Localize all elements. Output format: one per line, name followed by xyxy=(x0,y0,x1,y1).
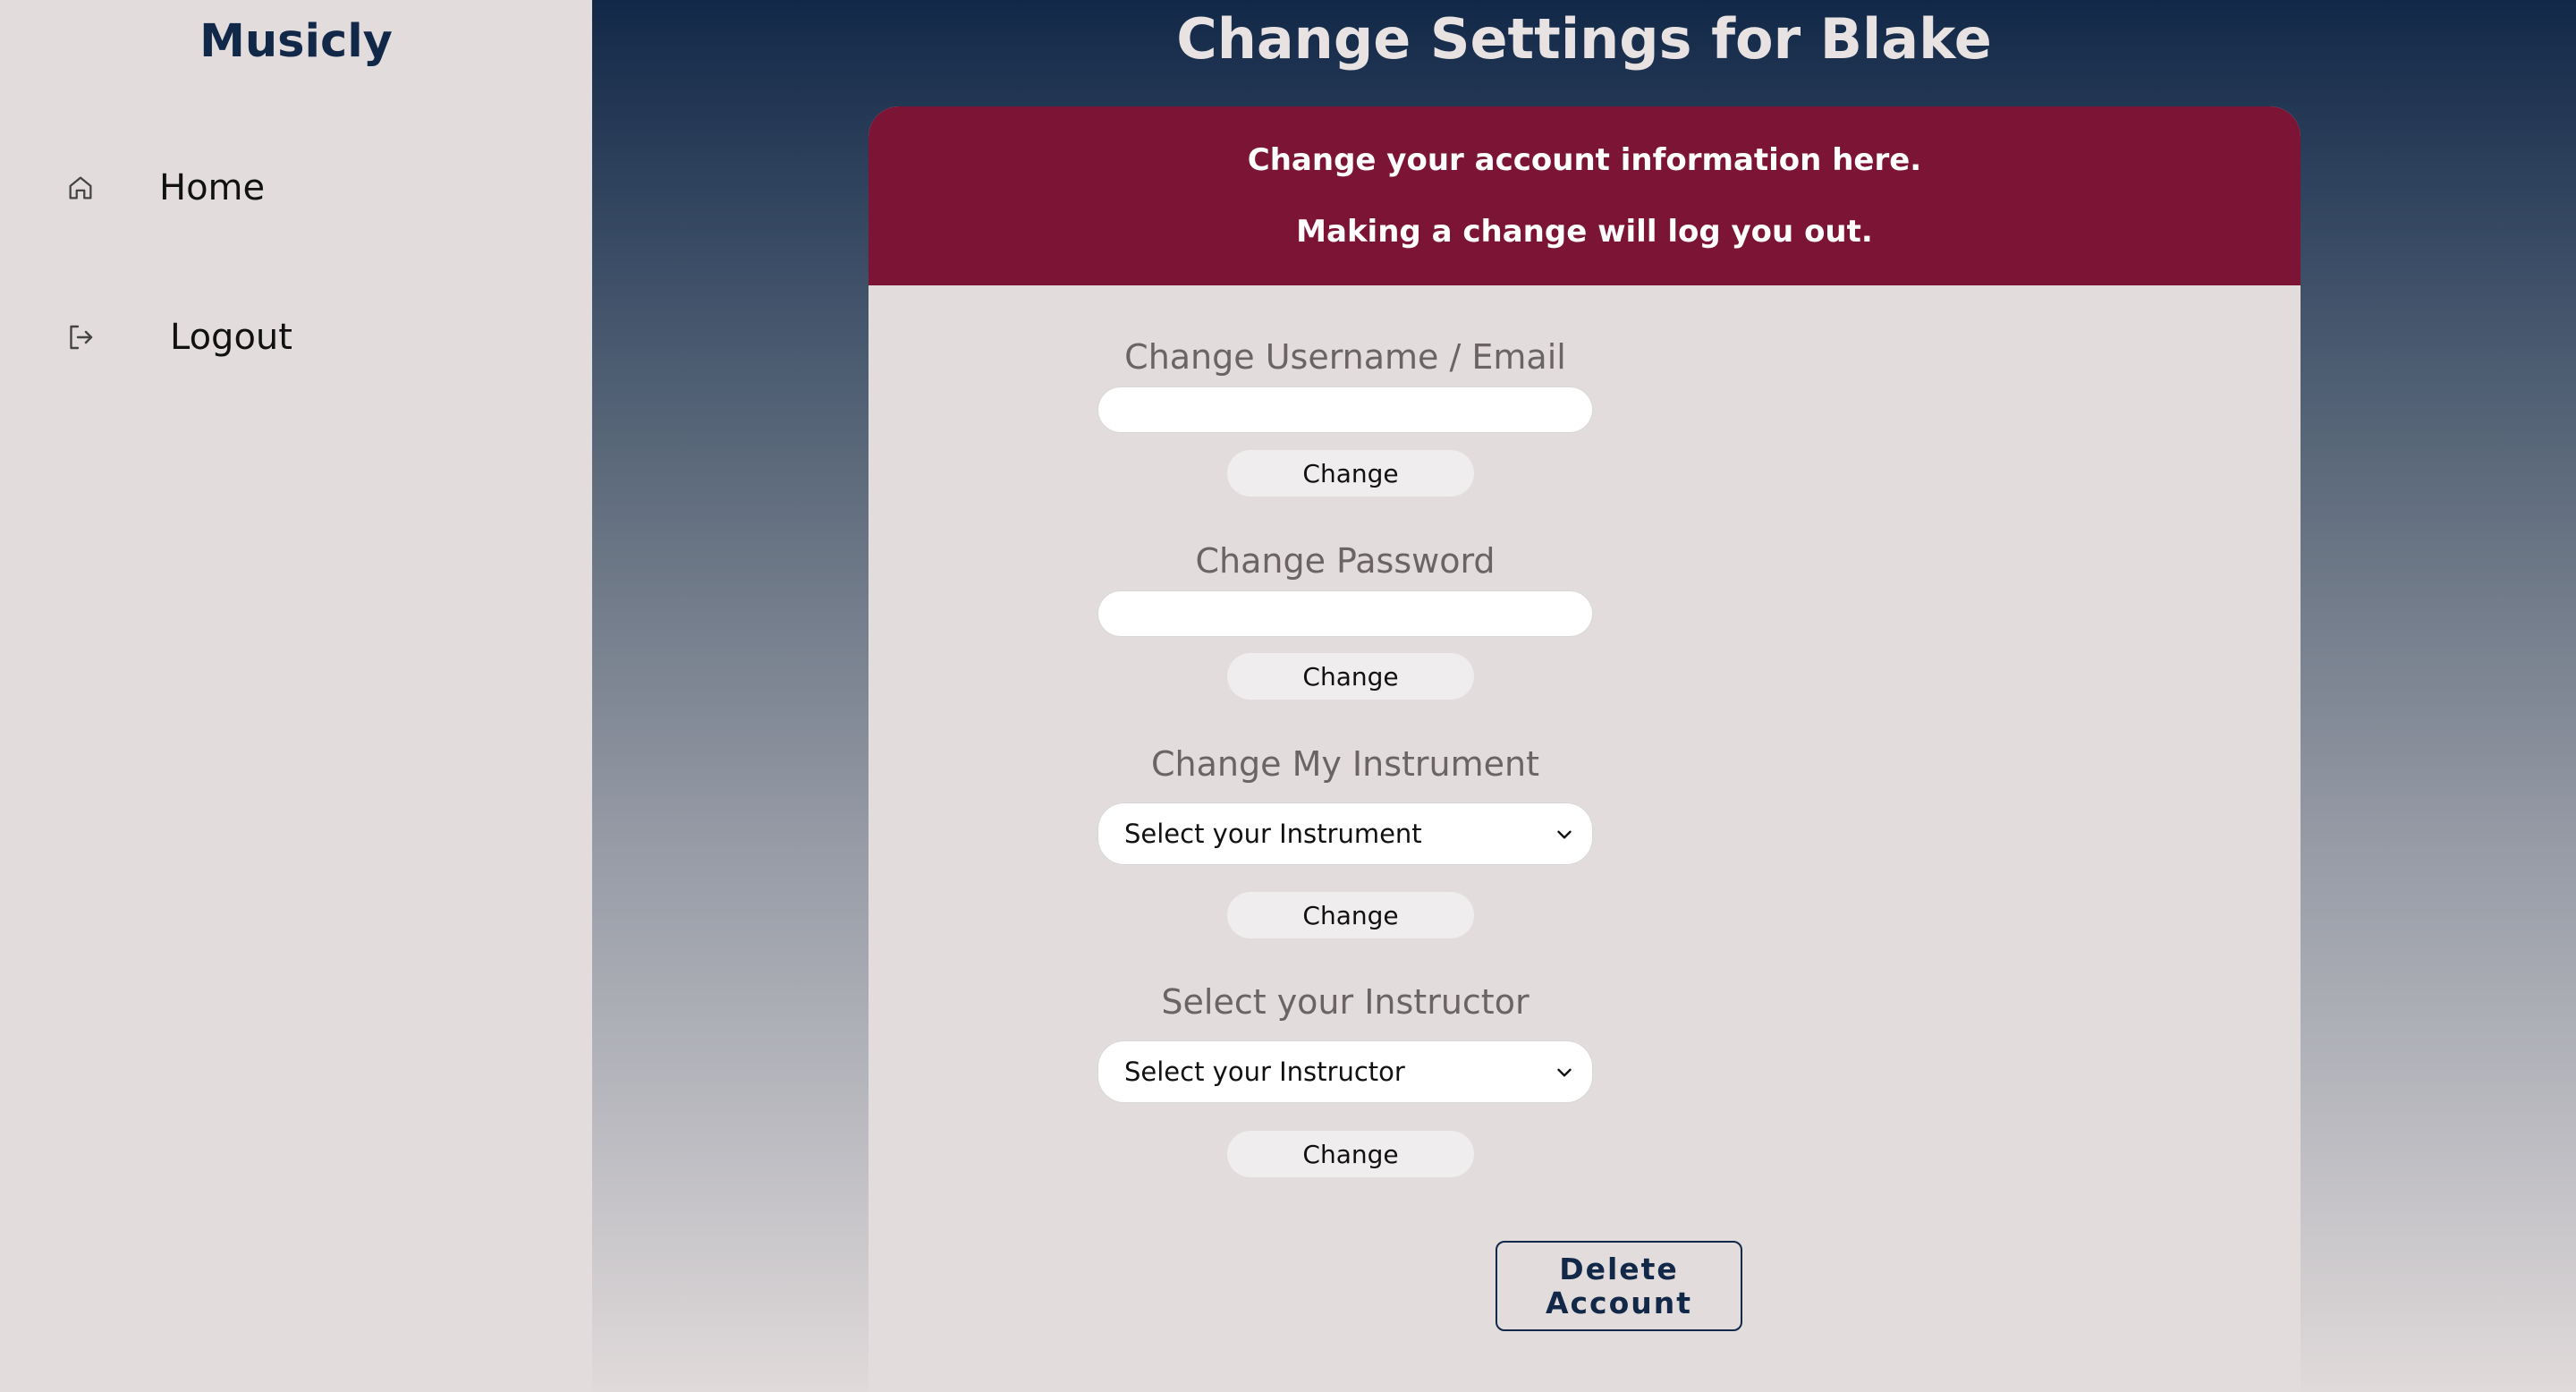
notice-line-1: Change your account information here. xyxy=(1247,142,1922,178)
main-content: Change Settings for Blake Change your ac… xyxy=(592,0,2576,1392)
username-label: Change Username / Email xyxy=(1124,337,1566,377)
logout-icon xyxy=(63,319,98,355)
change-instrument-button[interactable]: Change xyxy=(1227,892,1474,938)
home-icon xyxy=(63,170,98,206)
instrument-select[interactable]: Select your Instrument xyxy=(1097,802,1593,865)
app-root: Musicly Home Logout Change Settings for … xyxy=(0,0,2576,1392)
sidebar-item-label: Logout xyxy=(170,317,292,358)
chevron-down-icon xyxy=(1557,1068,1572,1077)
password-input[interactable] xyxy=(1097,590,1593,637)
instructor-select-value: Select your Instructor xyxy=(1124,1057,1405,1087)
instructor-select[interactable]: Select your Instructor xyxy=(1097,1040,1593,1103)
change-password-button[interactable]: Change xyxy=(1227,653,1474,700)
sidebar-item-logout[interactable]: Logout xyxy=(63,315,292,360)
instrument-label: Change My Instrument xyxy=(1151,744,1539,784)
change-instructor-button[interactable]: Change xyxy=(1227,1131,1474,1177)
page-title: Change Settings for Blake xyxy=(1176,6,1992,72)
delete-account-button[interactable]: Delete Account xyxy=(1496,1241,1742,1331)
sidebar-item-label: Home xyxy=(159,167,266,208)
sidebar: Musicly Home Logout xyxy=(0,0,592,1392)
notice-banner: Change your account information here. Ma… xyxy=(869,106,2301,285)
instructor-label: Select your Instructor xyxy=(1161,982,1530,1022)
notice-line-2: Making a change will log you out. xyxy=(1296,214,1873,250)
password-label: Change Password xyxy=(1195,541,1496,581)
username-email-input[interactable] xyxy=(1097,386,1593,433)
sidebar-item-home[interactable]: Home xyxy=(63,166,265,210)
chevron-down-icon xyxy=(1557,830,1572,839)
change-username-button[interactable]: Change xyxy=(1227,450,1474,497)
instrument-select-value: Select your Instrument xyxy=(1124,819,1422,849)
brand-logo: Musicly xyxy=(199,15,393,68)
